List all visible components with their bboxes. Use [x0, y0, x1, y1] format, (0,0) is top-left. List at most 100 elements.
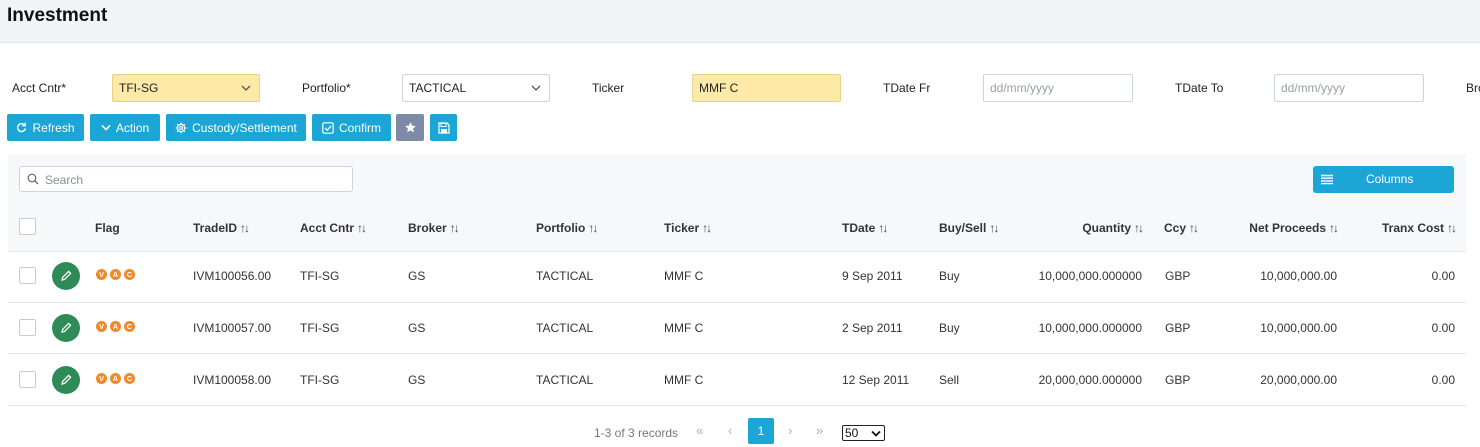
pencil-icon [61, 322, 72, 333]
broker-label: Bro [1466, 81, 1480, 95]
cell-quantity: 20,000,000.000000 [1038, 373, 1142, 387]
column-header-portfolio[interactable]: Portfolio ↑↓ [536, 221, 598, 235]
tdate-to-input[interactable]: dd/mm/yyyy [1274, 74, 1424, 102]
star-icon [404, 122, 416, 133]
header-bar [0, 0, 1480, 43]
pencil-icon [61, 374, 72, 385]
cell-trade-id: IVM100057.00 [193, 321, 272, 335]
page-1-button[interactable]: 1 [748, 418, 774, 444]
column-header-label: Tranx Cost [1381, 221, 1444, 235]
search-placeholder: Search [45, 173, 84, 187]
edit-button[interactable] [52, 366, 80, 394]
cell-tranx-cost: 0.00 [1431, 373, 1455, 387]
favorite-button[interactable] [396, 114, 424, 141]
sort-icon: ↑↓ [702, 221, 712, 235]
column-header-quantity[interactable]: Quantity ↑↓ [1040, 221, 1144, 235]
columns-label: Columns [1366, 172, 1414, 186]
cell-ticker: MMF C [664, 321, 704, 335]
cell-trade-id: IVM100056.00 [193, 269, 272, 283]
cell-ticker: MMF C [664, 373, 704, 387]
flag-c-badge: C [124, 321, 135, 332]
sort-icon: ↑↓ [240, 221, 250, 235]
column-header-broker[interactable]: Broker ↑↓ [408, 221, 460, 235]
flag-badges: V A C [96, 373, 135, 384]
sort-icon: ↑↓ [1189, 221, 1199, 235]
column-header-label: Quantity [1082, 221, 1131, 235]
column-header-flag: Flag [95, 221, 120, 235]
pencil-icon [61, 270, 72, 281]
tdate-fr-input[interactable]: dd/mm/yyyy [983, 74, 1133, 102]
select-all-checkbox[interactable] [19, 218, 36, 235]
column-header-net-proceeds[interactable]: Net Proceeds ↑↓ [1230, 221, 1339, 235]
column-header-label: Broker [408, 221, 447, 235]
column-header-ccy[interactable]: Ccy ↑↓ [1164, 221, 1199, 235]
prev-page-button[interactable]: ‹ [728, 423, 732, 438]
chevron-down-icon [241, 85, 251, 91]
search-input[interactable]: Search [19, 166, 353, 192]
custody-settlement-button[interactable]: Custody/Settlement [166, 114, 306, 141]
cell-portfolio: TACTICAL [536, 373, 594, 387]
row-divider [8, 405, 1466, 406]
column-header-label: Ccy [1164, 221, 1187, 235]
edit-button[interactable] [52, 314, 80, 342]
refresh-button[interactable]: Refresh [7, 114, 84, 141]
column-header-label: Portfolio [536, 221, 586, 235]
portfolio-label: Portfolio* [302, 81, 351, 95]
confirm-button[interactable]: Confirm [312, 114, 391, 141]
portfolio-select[interactable]: TACTICAL [402, 74, 550, 102]
column-header-acct-cntr[interactable]: Acct Cntr ↑↓ [300, 221, 367, 235]
refresh-icon [17, 122, 27, 133]
cell-net-proceeds: 10,000,000.00 [1260, 269, 1337, 283]
flag-badges: V A C [96, 269, 135, 280]
record-count: 1-3 of 3 records [594, 426, 679, 440]
flag-v-badge: V [96, 269, 107, 280]
save-button[interactable] [430, 114, 457, 141]
acct-cntr-value: TFI-SG [119, 81, 159, 95]
cell-buy-sell: Buy [939, 321, 960, 335]
cell-portfolio: TACTICAL [536, 321, 594, 335]
row-checkbox[interactable] [19, 319, 36, 336]
sort-icon: ↑↓ [588, 221, 598, 235]
page-size-select[interactable]: 50 [842, 425, 885, 441]
sort-icon: ↑↓ [989, 221, 999, 235]
last-page-button[interactable]: » [816, 423, 823, 438]
cell-tdate: 12 Sep 2011 [842, 373, 910, 387]
cell-tranx-cost: 0.00 [1431, 321, 1455, 335]
edit-button[interactable] [52, 262, 80, 290]
cell-acct-cntr: TFI-SG [300, 269, 340, 283]
row-checkbox[interactable] [19, 267, 36, 284]
cell-portfolio: TACTICAL [536, 269, 594, 283]
cell-quantity: 10,000,000.000000 [1038, 321, 1142, 335]
cell-acct-cntr: TFI-SG [300, 373, 340, 387]
acct-cntr-select[interactable]: TFI-SG [112, 74, 260, 102]
flag-a-badge: A [110, 373, 121, 384]
cell-ccy: GBP [1165, 269, 1191, 283]
column-header-label: Ticker [664, 221, 700, 235]
column-header-label: Net Proceeds [1249, 221, 1326, 235]
first-page-button[interactable]: « [696, 423, 703, 438]
column-header-label: TradeID [193, 221, 238, 235]
tdate-fr-placeholder: dd/mm/yyyy [990, 81, 1055, 95]
ticker-input[interactable]: MMF C [692, 74, 841, 102]
action-button[interactable]: Action [90, 114, 160, 141]
column-header-tdate[interactable]: TDate ↑↓ [842, 221, 888, 235]
column-header-buy-sell[interactable]: Buy/Sell ↑↓ [939, 221, 999, 235]
row-divider [8, 353, 1466, 354]
flag-a-badge: A [110, 269, 121, 280]
next-page-button[interactable]: › [788, 423, 792, 438]
column-header-ticker[interactable]: Ticker ↑↓ [664, 221, 712, 235]
flag-c-badge: C [124, 373, 135, 384]
column-header-tradeid[interactable]: TradeID ↑↓ [193, 221, 250, 235]
column-header-tranx-cost[interactable]: Tranx Cost ↑↓ [1360, 221, 1457, 235]
cell-buy-sell: Sell [939, 373, 960, 387]
cell-net-proceeds: 20,000,000.00 [1260, 373, 1337, 387]
page-title: Investment [7, 5, 108, 26]
row-divider [8, 302, 1466, 303]
cell-ccy: GBP [1165, 373, 1191, 387]
columns-button[interactable]: Columns [1313, 166, 1454, 193]
row-checkbox[interactable] [19, 371, 36, 388]
sort-icon: ↑↓ [1134, 221, 1144, 235]
ticker-label: Ticker [592, 81, 625, 95]
cell-trade-id: IVM100058.00 [193, 373, 272, 387]
cell-tdate: 9 Sep 2011 [842, 269, 903, 283]
